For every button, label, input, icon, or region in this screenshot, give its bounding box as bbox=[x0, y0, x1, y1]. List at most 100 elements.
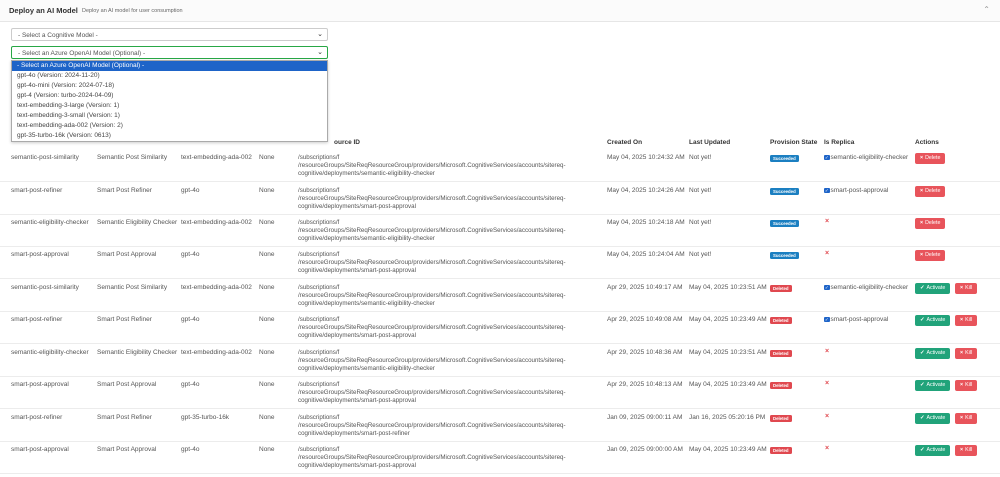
deployment-name: semantic-eligibility-checker bbox=[11, 219, 89, 226]
table-row: smart-post-refiner Smart Post Refiner gpt-… bbox=[0, 184, 1000, 215]
created-on: Apr 29, 2025 10:48:36 AM bbox=[607, 349, 683, 356]
resource-id-line: cognitive/deployments/smart-post-refiner bbox=[298, 430, 410, 437]
scale-type: None bbox=[259, 414, 275, 421]
last-updated: Jan 16, 2025 05:20:16 PM bbox=[689, 414, 766, 421]
status-badge: Deleted bbox=[770, 447, 792, 454]
resource-id-line: cognitive/deployments/smart-post-approva… bbox=[298, 203, 416, 210]
resource-id-line: /subscriptions/f bbox=[298, 187, 340, 194]
dropdown-option[interactable]: gpt-35-turbo-16k (Version: 0613) bbox=[12, 131, 327, 141]
resource-id: /subscriptions/f/resourceGroups/SiteReqR… bbox=[298, 349, 598, 373]
table-row: smart-post-approval Smart Post Approval gp… bbox=[0, 248, 1000, 279]
resource-id-line: /resourceGroups/SiteReqResourceGroup/pro… bbox=[298, 195, 566, 202]
button-label: Kill bbox=[965, 350, 973, 356]
deployment-name: smart-post-refiner bbox=[11, 414, 63, 421]
cognitive-model-select[interactable]: - Select a Cognitive Model - ⌄ bbox=[11, 28, 328, 41]
delete-button[interactable]: × Delete bbox=[915, 186, 946, 197]
display-name: Smart Post Approval bbox=[97, 381, 157, 388]
replica-name: semantic-eligibility-checker bbox=[830, 284, 909, 291]
openai-model-dropdown[interactable]: - Select an Azure OpenAI Model (Optional… bbox=[11, 60, 328, 142]
button-label: Kill bbox=[965, 285, 973, 291]
activate-button[interactable]: ✓ Activate bbox=[915, 348, 951, 359]
check-icon: ✓ bbox=[920, 285, 925, 291]
last-updated: Not yet! bbox=[689, 251, 712, 258]
close-icon: × bbox=[960, 382, 964, 388]
kill-button[interactable]: × Kill bbox=[955, 413, 978, 424]
model-name: gpt-35-turbo-16k bbox=[181, 414, 230, 421]
deployment-name: smart-post-refiner bbox=[11, 187, 63, 194]
resource-id: /subscriptions/f/resourceGroups/SiteReqR… bbox=[298, 154, 598, 178]
deployment-name: semantic-eligibility-checker bbox=[11, 349, 89, 356]
button-label: Activate bbox=[926, 447, 946, 453]
table-row: semantic-post-similarity Semantic Post Si… bbox=[0, 281, 1000, 312]
resource-id-line: /subscriptions/f bbox=[298, 284, 340, 291]
dropdown-option[interactable]: text-embedding-ada-002 (Version: 2) bbox=[12, 121, 327, 131]
display-name: Smart Post Refiner bbox=[97, 187, 152, 194]
created-on: Apr 29, 2025 10:48:13 AM bbox=[607, 381, 683, 388]
check-icon: ✓ bbox=[920, 317, 925, 323]
deployment-name: semantic-post-similarity bbox=[11, 154, 79, 161]
dropdown-option[interactable]: gpt-4o-mini (Version: 2024-07-18) bbox=[12, 81, 327, 91]
button-label: Delete bbox=[925, 220, 941, 226]
panel-header[interactable]: Deploy an AI Model Deploy an AI model fo… bbox=[0, 0, 1000, 22]
last-updated: May 04, 2025 10:23:49 AM bbox=[689, 381, 767, 388]
scale-type: None bbox=[259, 381, 275, 388]
button-label: Kill bbox=[965, 447, 973, 453]
deployment-name: smart-post-approval bbox=[11, 381, 69, 388]
dropdown-option[interactable]: text-embedding-3-large (Version: 1) bbox=[12, 101, 327, 111]
display-name: Semantic Post Similarity bbox=[97, 154, 168, 161]
table-row: smart-post-refiner Smart Post Refiner gpt-… bbox=[0, 313, 1000, 344]
button-label: Activate bbox=[926, 415, 946, 421]
activate-button[interactable]: ✓ Activate bbox=[915, 283, 951, 294]
chevron-up-icon[interactable]: ⌃ bbox=[983, 5, 990, 14]
resource-id-line: /resourceGroups/SiteReqResourceGroup/pro… bbox=[298, 454, 566, 461]
openai-model-select[interactable]: - Select an Azure OpenAI Model (Optional… bbox=[11, 46, 328, 59]
dropdown-option[interactable]: - Select an Azure OpenAI Model (Optional… bbox=[12, 61, 327, 71]
check-icon: ✓ bbox=[920, 382, 925, 388]
check-icon: ✓ bbox=[824, 154, 830, 161]
resource-id-line: cognitive/deployments/smart-post-approva… bbox=[298, 462, 416, 469]
status-badge: Deleted bbox=[770, 285, 792, 292]
created-on: Apr 29, 2025 10:49:17 AM bbox=[607, 284, 683, 291]
created-on: Apr 29, 2025 10:49:08 AM bbox=[607, 316, 683, 323]
display-name: Smart Post Approval bbox=[97, 446, 157, 453]
delete-button[interactable]: × Delete bbox=[915, 218, 946, 229]
delete-button[interactable]: × Delete bbox=[915, 250, 946, 261]
cross-icon: × bbox=[825, 218, 830, 225]
activate-button[interactable]: ✓ Activate bbox=[915, 445, 951, 456]
replica-cell: ✓ smart-post-approval bbox=[824, 187, 888, 194]
created-on: May 04, 2025 10:24:32 AM bbox=[607, 154, 685, 161]
check-icon: ✓ bbox=[824, 284, 830, 291]
model-name: gpt-4o bbox=[181, 187, 200, 194]
resource-id-line: cognitive/deployments/smart-post-approva… bbox=[298, 332, 416, 339]
status-badge: Succeeded bbox=[770, 188, 799, 195]
activate-button[interactable]: ✓ Activate bbox=[915, 315, 951, 326]
kill-button[interactable]: × Kill bbox=[955, 315, 978, 326]
activate-button[interactable]: ✓ Activate bbox=[915, 413, 951, 424]
button-label: Activate bbox=[926, 350, 946, 356]
cross-icon: × bbox=[825, 250, 830, 257]
delete-button[interactable]: × Delete bbox=[915, 153, 946, 164]
scale-type: None bbox=[259, 251, 275, 258]
kill-button[interactable]: × Kill bbox=[955, 283, 978, 294]
cross-icon: × bbox=[825, 348, 830, 355]
button-label: Kill bbox=[965, 317, 973, 323]
dropdown-option[interactable]: text-embedding-3-small (Version: 1) bbox=[12, 111, 327, 121]
deployment-name: smart-post-approval bbox=[11, 251, 69, 258]
activate-button[interactable]: ✓ Activate bbox=[915, 380, 951, 391]
created-on: May 04, 2025 10:24:26 AM bbox=[607, 187, 685, 194]
kill-button[interactable]: × Kill bbox=[955, 445, 978, 456]
dropdown-option[interactable]: gpt-4 (Version: turbo-2024-04-09) bbox=[12, 91, 327, 101]
display-name: Semantic Post Similarity bbox=[97, 284, 168, 291]
resource-id-line: /subscriptions/f bbox=[298, 349, 340, 356]
replica-cell: ✓ smart-post-approval bbox=[824, 316, 888, 323]
resource-id-line: cognitive/deployments/smart-post-approva… bbox=[298, 267, 416, 274]
column-header-created-on: Created On bbox=[607, 139, 643, 146]
dropdown-option[interactable]: gpt-4o (Version: 2024-11-20) bbox=[12, 71, 327, 81]
button-label: Activate bbox=[926, 382, 946, 388]
scale-type: None bbox=[259, 187, 275, 194]
resource-id-line: /subscriptions/f bbox=[298, 446, 340, 453]
resource-id: /subscriptions/f/resourceGroups/SiteReqR… bbox=[298, 187, 598, 211]
replica-cell: ✓ semantic-eligibility-checker bbox=[824, 154, 908, 161]
kill-button[interactable]: × Kill bbox=[955, 380, 978, 391]
kill-button[interactable]: × Kill bbox=[955, 348, 978, 359]
